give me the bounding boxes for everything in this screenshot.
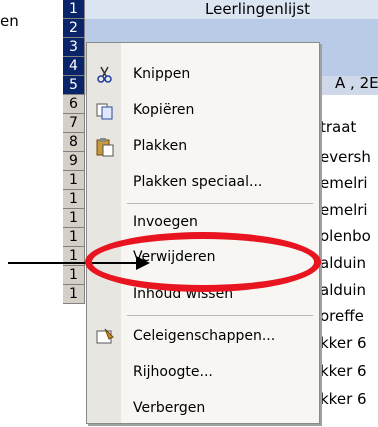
- menu-item-kopieren[interactable]: Kopiëren: [87, 93, 319, 129]
- menu-item-label: Verbergen: [133, 400, 206, 416]
- row-header[interactable]: 1: [63, 190, 85, 209]
- cell[interactable]: kker 6: [320, 390, 367, 409]
- menu-item-plakken-speciaal[interactable]: Plakken speciaal...: [87, 165, 319, 201]
- cell[interactable]: alduin: [320, 281, 366, 300]
- menu-item-label: Plakken speciaal...: [133, 174, 263, 190]
- menu-item-label: Plakken: [133, 138, 188, 154]
- cell[interactable]: kker 6: [320, 362, 367, 381]
- row-header[interactable]: 1: [63, 228, 85, 247]
- margin-text: en: [0, 12, 19, 30]
- cell[interactable]: emelri: [320, 201, 368, 220]
- cell[interactable]: oreffe: [320, 307, 364, 326]
- menu-item-label: Rijhoogte...: [133, 364, 213, 380]
- row-header[interactable]: 1: [63, 0, 85, 19]
- menu-item-plakken[interactable]: Plakken: [87, 129, 319, 165]
- row-header[interactable]: 1: [63, 285, 85, 304]
- menu-item-label: Invoegen: [133, 214, 198, 230]
- menu-item-label: Celeigenschappen...: [133, 328, 276, 344]
- menu-separator: [127, 315, 313, 316]
- highlight-ellipse: [85, 232, 321, 292]
- menu-item-verbergen[interactable]: Verbergen: [87, 391, 319, 427]
- row-header[interactable]: 7: [63, 114, 85, 133]
- cell-row-3[interactable]: A , 2E: [335, 74, 378, 93]
- copy-icon: [95, 101, 115, 121]
- row-header[interactable]: 6: [63, 95, 85, 114]
- cell-properties-icon: [95, 327, 115, 347]
- row-header[interactable]: 1: [63, 171, 85, 190]
- cell[interactable]: eversh: [320, 148, 371, 167]
- menu-item-knippen[interactable]: Knippen: [87, 57, 319, 93]
- cell[interactable]: olenbo: [320, 227, 371, 246]
- menu-separator: [127, 203, 313, 204]
- row-2-strip: [85, 19, 378, 38]
- row-header[interactable]: 1: [63, 266, 85, 285]
- menu-item-celeigenschappen[interactable]: Celeigenschappen...: [87, 319, 319, 355]
- cell[interactable]: alduin: [320, 254, 366, 273]
- row-header[interactable]: 1: [63, 209, 85, 228]
- menu-item-label: Knippen: [133, 66, 191, 82]
- sheet-title-cell[interactable]: Leerlingenlijst: [85, 0, 378, 19]
- cell[interactable]: kker 6: [320, 334, 367, 353]
- row-header[interactable]: 3: [63, 38, 85, 57]
- scissors-icon: [95, 65, 115, 85]
- row-header[interactable]: 9: [63, 152, 85, 171]
- menu-item-rijhoogte[interactable]: Rijhoogte...: [87, 355, 319, 391]
- menu-item-label: Kopiëren: [133, 102, 195, 118]
- row-header[interactable]: 5: [63, 76, 85, 95]
- paste-icon: [95, 137, 115, 157]
- cell-row-5[interactable]: traat: [320, 118, 356, 137]
- row-header[interactable]: 4: [63, 57, 85, 76]
- cell[interactable]: emelri: [320, 174, 368, 193]
- row-header[interactable]: 2: [63, 19, 85, 38]
- row-header[interactable]: 8: [63, 133, 85, 152]
